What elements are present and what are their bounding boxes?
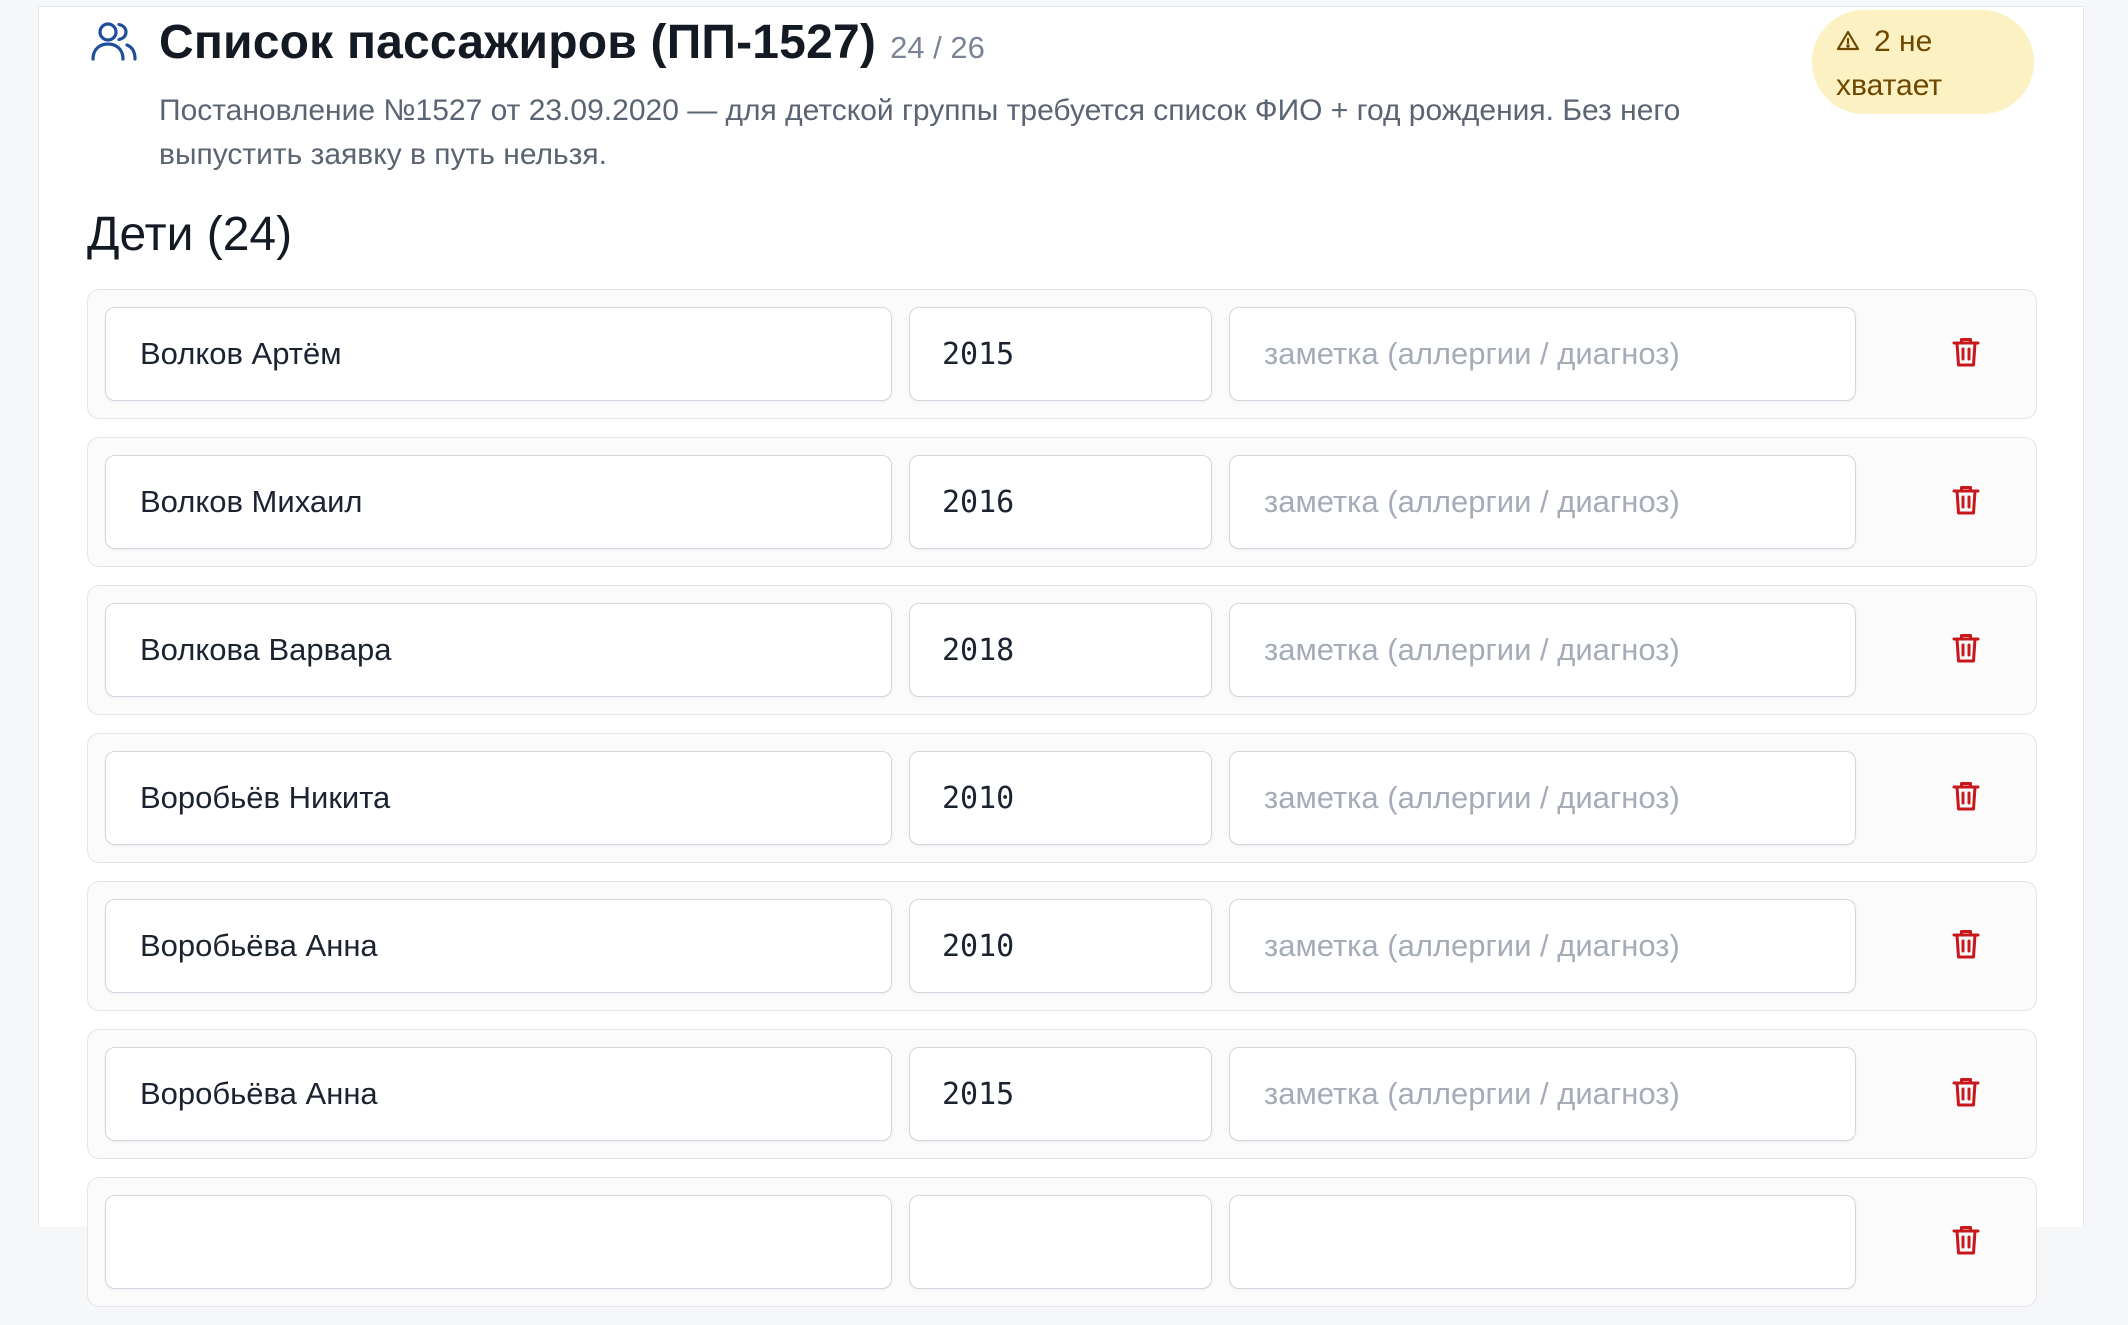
passenger-row <box>87 733 2037 863</box>
passenger-birth-year-input[interactable] <box>909 307 1212 401</box>
passenger-name-input[interactable] <box>105 1195 892 1289</box>
delete-passenger-button[interactable] <box>1946 628 1986 668</box>
delete-passenger-button[interactable] <box>1946 924 1986 964</box>
passenger-row <box>87 585 2037 715</box>
passenger-name-input[interactable] <box>105 307 892 401</box>
passenger-row <box>87 437 2037 567</box>
passenger-name-input[interactable] <box>105 455 892 549</box>
passenger-birth-year-input[interactable] <box>909 455 1212 549</box>
passenger-name-input[interactable] <box>105 1047 892 1141</box>
page-description: Постановление №1527 от 23.09.2020 — для … <box>159 94 1681 171</box>
passenger-name-input[interactable] <box>105 603 892 697</box>
children-section-title: Дети (24) <box>87 208 293 261</box>
missing-status-badge: 2 не хватает <box>1812 10 2034 114</box>
page-title-text: Список пассажиров (ПП-1527) <box>159 16 877 69</box>
trash-icon <box>1952 1078 1980 1107</box>
passenger-note-input[interactable] <box>1229 1195 1856 1289</box>
delete-passenger-button[interactable] <box>1946 776 1986 816</box>
passenger-row <box>87 289 2037 419</box>
passenger-rows <box>87 289 2037 1325</box>
passenger-note-input[interactable] <box>1229 899 1856 993</box>
users-icon <box>91 22 137 61</box>
passenger-birth-year-input[interactable] <box>909 1195 1212 1289</box>
passenger-list-card: Список пассажиров (ПП-1527) 24 / 26 Пост… <box>38 6 2084 1307</box>
delete-passenger-button[interactable] <box>1946 1072 1986 1112</box>
trash-icon <box>1952 930 1980 959</box>
passenger-row <box>87 1177 2037 1307</box>
passenger-birth-year-input[interactable] <box>909 751 1212 845</box>
passenger-note-input[interactable] <box>1229 751 1856 845</box>
warning-icon <box>1836 30 1860 51</box>
page-title: Список пассажиров (ПП-1527) 24 / 26 <box>159 15 985 70</box>
trash-icon <box>1952 782 1980 811</box>
passenger-birth-year-input[interactable] <box>909 603 1212 697</box>
trash-icon <box>1952 634 1980 663</box>
passenger-note-input[interactable] <box>1229 307 1856 401</box>
passenger-name-input[interactable] <box>105 751 892 845</box>
passenger-name-input[interactable] <box>105 899 892 993</box>
passenger-row <box>87 881 2037 1011</box>
trash-icon <box>1952 1226 1980 1255</box>
passenger-note-input[interactable] <box>1229 603 1856 697</box>
passenger-birth-year-input[interactable] <box>909 1047 1212 1141</box>
passenger-row <box>87 1029 2037 1159</box>
delete-passenger-button[interactable] <box>1946 480 1986 520</box>
passenger-note-input[interactable] <box>1229 455 1856 549</box>
passenger-count: 24 / 26 <box>890 30 985 65</box>
trash-icon <box>1952 486 1980 515</box>
trash-icon <box>1952 338 1980 367</box>
passenger-note-input[interactable] <box>1229 1047 1856 1141</box>
delete-passenger-button[interactable] <box>1946 1220 1986 1260</box>
delete-passenger-button[interactable] <box>1946 332 1986 372</box>
passenger-birth-year-input[interactable] <box>909 899 1212 993</box>
